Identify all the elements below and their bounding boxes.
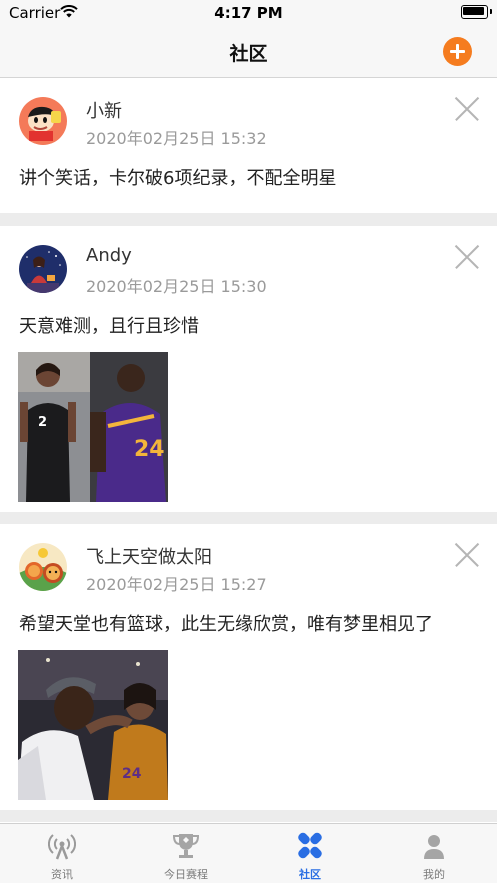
embrace-photo: 24 [18, 650, 168, 800]
post-username[interactable]: 小新 [86, 97, 122, 123]
post-content: 天意难测，且行且珍惜 [19, 316, 199, 337]
avatar-image [19, 543, 67, 591]
post-time: 2020年02月25日 15:27 [86, 575, 267, 594]
tab-community[interactable]: 社区 [248, 824, 372, 883]
tab-label: 今日赛程 [164, 868, 208, 881]
avatar[interactable] [19, 543, 67, 591]
post-content: 希望天堂也有篮球，此生无缘欣赏，唯有梦里相见了 [19, 614, 433, 635]
post-username[interactable]: 飞上天空做太阳 [86, 543, 212, 569]
navigation-bar: 社区 [0, 26, 497, 78]
battery-icon [461, 5, 492, 19]
svg-text:24: 24 [122, 766, 142, 782]
tab-label: 我的 [423, 868, 445, 881]
svg-text:2: 2 [38, 415, 47, 430]
close-icon[interactable] [455, 543, 479, 567]
screen: Carrier 4:17 PM 社区 小新 2020年02月25日 15:32 … [0, 0, 497, 883]
close-icon[interactable] [455, 97, 479, 121]
avatar-image [19, 245, 67, 293]
avatar-image [19, 97, 67, 145]
post-time: 2020年02月25日 15:30 [86, 277, 267, 296]
svg-text:24: 24 [134, 437, 165, 462]
avatar[interactable] [19, 97, 67, 145]
tab-schedule[interactable]: 今日赛程 [124, 824, 248, 883]
trophy-icon [172, 834, 200, 858]
post-card[interactable]: 小新 2020年02月25日 15:32 讲个笑话，卡尔破6项纪录，不配全明星 [0, 78, 497, 213]
tab-profile[interactable]: 我的 [372, 824, 496, 883]
close-icon[interactable] [455, 245, 479, 269]
tab-label: 社区 [299, 868, 321, 881]
status-time: 4:17 PM [214, 4, 283, 22]
basketball-players-photo: 2 24 [18, 352, 168, 502]
tab-news[interactable]: 资讯 [0, 824, 124, 883]
post-photo[interactable]: 2 24 [18, 352, 168, 502]
post-time: 2020年02月25日 15:32 [86, 129, 267, 148]
tab-label: 资讯 [51, 868, 73, 881]
community-icon [298, 832, 322, 859]
tab-bar: 资讯 今日赛程 社区 我的 [0, 823, 497, 883]
person-icon [424, 835, 444, 859]
antenna-icon [48, 834, 76, 860]
page-title: 社区 [229, 43, 268, 65]
add-post-button[interactable] [443, 37, 472, 66]
post-photo[interactable]: 24 [18, 650, 168, 800]
avatar[interactable] [19, 245, 67, 293]
post-card[interactable]: 飞上天空做太阳 2020年02月25日 15:27 希望天堂也有篮球，此生无缘欣… [0, 524, 497, 810]
post-content: 讲个笑话，卡尔破6项纪录，不配全明星 [19, 168, 337, 189]
post-username[interactable]: Andy [86, 245, 132, 266]
post-card[interactable]: Andy 2020年02月25日 15:30 天意难测，且行且珍惜 2 24 [0, 226, 497, 512]
status-bar: Carrier 4:17 PM [0, 0, 497, 26]
